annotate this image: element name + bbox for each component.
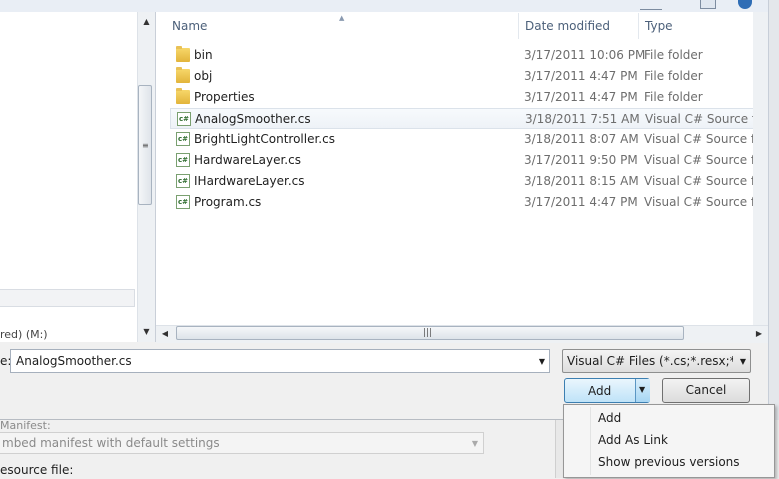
file-type: File folder: [644, 48, 703, 62]
file-row[interactable]: c# BrightLightController.cs 3/18/2011 8:07…: [170, 129, 768, 150]
csharp-file-icon: c#: [177, 112, 191, 126]
file-list-vertical-scrollbar[interactable]: [753, 12, 768, 325]
add-split-dropdown[interactable]: ▼: [635, 379, 650, 402]
file-name: BrightLightController.cs: [194, 132, 335, 146]
file-date-modified: 3/18/2011 7:51 AM: [525, 112, 640, 126]
navigation-scroll-thumb[interactable]: ≡: [138, 85, 152, 205]
menu-item-add[interactable]: Add: [598, 411, 621, 425]
menu-item-add-as-link[interactable]: Add As Link: [598, 433, 668, 447]
csharp-file-icon: c#: [176, 153, 190, 167]
folder-icon: [176, 46, 190, 62]
file-name: obj: [194, 69, 213, 83]
column-header-type[interactable]: Type: [638, 13, 758, 39]
add-button-label: Add: [588, 384, 612, 398]
file-row[interactable]: obj 3/17/2011 4:47 PM File folder: [170, 66, 768, 87]
file-date-modified: 3/18/2011 8:07 AM: [524, 132, 639, 146]
file-row[interactable]: bin 3/17/2011 10:06 PM File folder: [170, 45, 768, 66]
manifest-label: Manifest:: [0, 419, 51, 432]
scroll-down-arrow-icon[interactable]: ▼: [138, 324, 155, 340]
filetype-select[interactable]: Visual C# Files (*.cs;*.resx;*.setti ▼: [562, 349, 751, 373]
file-type: Visual C# Source f...: [644, 153, 754, 167]
scroll-up-arrow-icon[interactable]: ▲: [138, 14, 155, 30]
cancel-button[interactable]: Cancel: [662, 378, 750, 403]
chevron-down-icon: ▼: [471, 439, 478, 448]
filetype-value: Visual C# Files (*.cs;*.resx;*.setti: [567, 354, 733, 368]
file-name: Properties: [194, 90, 255, 104]
file-type: Visual C# Source f...: [644, 174, 754, 188]
menu-item-show-previous-versions[interactable]: Show previous versions: [598, 455, 740, 469]
menu-gutter: [590, 407, 591, 475]
navigation-group-bar: [0, 289, 135, 307]
filename-value: AnalogSmoother.cs: [16, 354, 132, 368]
navigation-item-drive[interactable]: red) (M:): [0, 328, 120, 342]
file-name: Program.cs: [194, 195, 262, 209]
file-name: IHardwareLayer.cs: [194, 174, 305, 188]
chevron-down-icon[interactable]: ▼: [740, 357, 746, 366]
file-type: Visual C# Source f...: [644, 195, 754, 209]
file-row[interactable]: c# IHardwareLayer.cs 3/18/2011 8:15 AM Visu…: [170, 171, 768, 192]
folder-icon: [176, 67, 190, 83]
filename-input[interactable]: AnalogSmoother.cs ▼: [10, 349, 550, 373]
grip-icon: |||: [423, 328, 433, 338]
csharp-file-icon: c#: [176, 132, 190, 146]
add-button[interactable]: Add ▼: [564, 378, 650, 403]
file-date-modified: 3/17/2011 4:47 PM: [524, 69, 638, 83]
file-row[interactable]: c# Program.cs 3/17/2011 4:47 PM Visual C# S…: [170, 192, 768, 213]
file-name: AnalogSmoother.cs: [195, 112, 311, 126]
file-date-modified: 3/17/2011 10:06 PM: [524, 48, 646, 62]
file-row[interactable]: Properties 3/17/2011 4:47 PM File folder: [170, 87, 768, 108]
manifest-select[interactable]: mbed manifest with default settings ▼: [0, 432, 484, 454]
manifest-value: mbed manifest with default settings: [2, 436, 220, 450]
scroll-right-arrow-icon[interactable]: ▶: [752, 327, 766, 341]
folder-icon: [176, 88, 190, 104]
file-date-modified: 3/18/2011 8:15 AM: [524, 174, 639, 188]
sort-ascending-icon: ▲: [339, 14, 345, 22]
file-row[interactable]: c# AnalogSmoother.cs 3/18/2011 7:51 AM Visu…: [170, 108, 768, 129]
file-date-modified: 3/17/2011 9:50 PM: [524, 153, 638, 167]
file-type: File folder: [644, 90, 703, 104]
window-right-edge: [768, 0, 779, 420]
preview-pane-icon[interactable]: [700, 0, 716, 9]
file-row[interactable]: c# HardwareLayer.cs 3/17/2011 9:50 PM Visua…: [170, 150, 768, 171]
help-icon[interactable]: [738, 0, 752, 9]
file-name: HardwareLayer.cs: [194, 153, 301, 167]
view-options-icon[interactable]: [640, 0, 662, 10]
file-type: Visual C# Source f...: [645, 112, 755, 126]
chevron-down-icon[interactable]: ▼: [539, 357, 545, 366]
column-header-row: Name Date modified Type S: [166, 13, 771, 39]
file-date-modified: 3/17/2011 4:47 PM: [524, 90, 638, 104]
add-options-menu: Add Add As Link Show previous versions: [563, 404, 775, 478]
file-name: bin: [194, 48, 213, 62]
csharp-file-icon: c#: [176, 195, 190, 209]
horizontal-scroll-thumb[interactable]: |||: [176, 326, 684, 340]
scroll-left-arrow-icon[interactable]: ◀: [158, 327, 172, 341]
file-type: File folder: [644, 69, 703, 83]
file-date-modified: 3/17/2011 4:47 PM: [524, 195, 638, 209]
grip-icon: ≡: [142, 141, 149, 150]
chevron-down-icon: ▼: [639, 385, 646, 394]
file-type: Visual C# Source f...: [644, 132, 754, 146]
resource-file-label: esource file:: [0, 463, 74, 477]
column-header-date-modified[interactable]: Date modified: [518, 13, 638, 39]
csharp-file-icon: c#: [176, 174, 190, 188]
